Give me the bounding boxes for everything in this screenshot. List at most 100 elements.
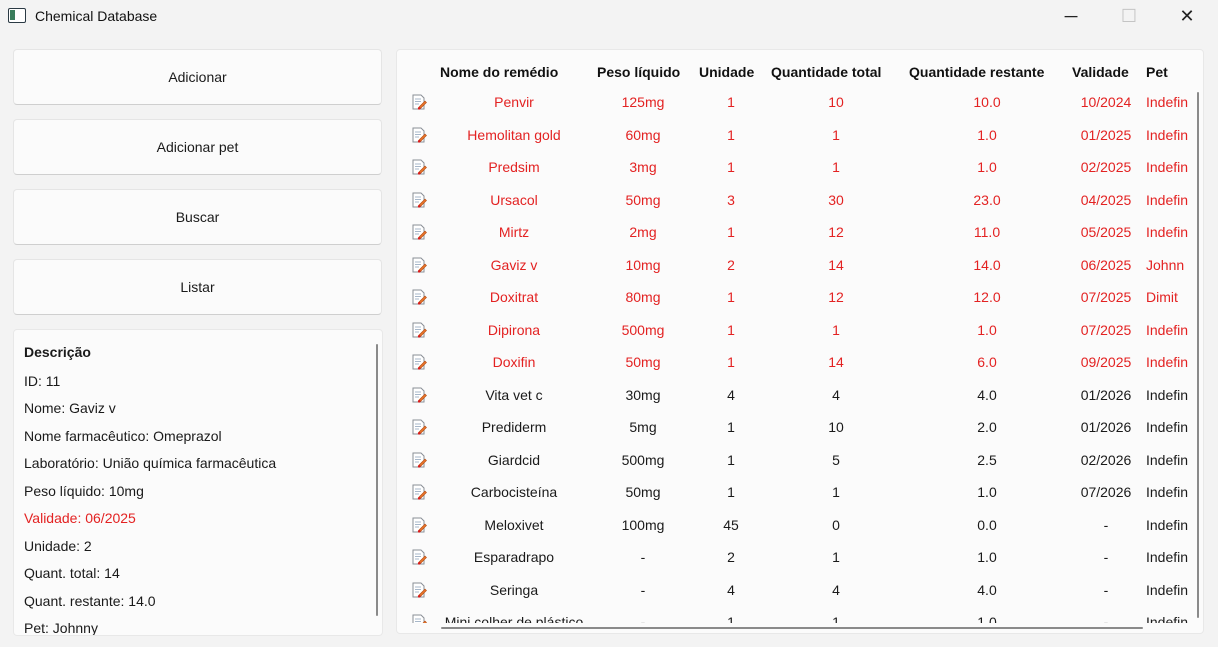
edit-document-icon[interactable] [411, 322, 427, 338]
cell-unit: 1 [727, 354, 735, 370]
cell-pet: Indefin [1146, 224, 1189, 240]
list-button[interactable]: Listar [13, 259, 382, 315]
cell-name: Dipirona [487, 321, 541, 338]
header-pet[interactable]: Pet [1146, 64, 1168, 80]
cell-pet: Indefin [1146, 94, 1189, 110]
cell-name: Doxitrat [489, 289, 539, 305]
edit-document-icon[interactable] [411, 289, 427, 305]
cell-unit: 1 [727, 484, 735, 500]
cell-name: Ursacol [490, 191, 538, 208]
table-row[interactable]: Mini colher de plástico - 1 1 1.0 - Indefin [397, 606, 1197, 623]
maximize-button[interactable]: ☐ [1106, 0, 1152, 32]
cell-expiry: 06/2025 [1080, 256, 1132, 273]
table-row[interactable]: Penvir 125mg 1 10 10.0 10/2024 Indefin [397, 86, 1197, 118]
cell-expiry: - [1103, 549, 1109, 565]
edit-document-icon[interactable] [411, 517, 427, 533]
cell-expiry: - [1103, 581, 1109, 598]
cell-expiry: 02/2026 [1080, 451, 1132, 468]
description-panel: Descrição ID: 11 Nome: Gaviz v Nome farm… [13, 329, 383, 636]
edit-document-icon[interactable] [411, 224, 427, 240]
cell-remaining-qty: 1.0 [977, 549, 997, 565]
cell-total-qty: 14 [828, 256, 844, 273]
cell-remaining-qty: 10.0 [973, 94, 1001, 110]
cell-total-qty: 12 [828, 289, 844, 305]
add-button[interactable]: Adicionar [13, 49, 382, 105]
cell-weight: 3mg [629, 159, 657, 175]
table-row[interactable]: Doxifin 50mg 1 14 6.0 09/2025 Indefin [397, 346, 1197, 378]
cell-remaining-qty: 1.0 [977, 126, 997, 143]
description-scrollbar[interactable] [376, 344, 378, 616]
table-row[interactable]: Mirtz 2mg 1 12 11.0 05/2025 Indefin [397, 216, 1197, 248]
edit-document-icon[interactable] [411, 159, 427, 175]
table-row[interactable]: Gaviz v 10mg 2 14 14.0 06/2025 Johnn [397, 249, 1197, 281]
cell-name: Seringa [489, 581, 539, 598]
table-row[interactable]: Giardcid 500mg 1 5 2.5 02/2026 Indefin [397, 444, 1197, 476]
cell-unit: 1 [727, 289, 735, 305]
cell-name: Mirtz [498, 224, 530, 240]
edit-document-icon[interactable] [411, 387, 427, 403]
cell-weight: 125mg [621, 94, 665, 110]
add-pet-button[interactable]: Adicionar pet [13, 119, 382, 175]
header-total-qty[interactable]: Quantidade total [771, 64, 881, 80]
cell-pet: Indefin [1146, 484, 1189, 500]
cell-unit: 1 [727, 614, 735, 623]
cell-total-qty: 1 [832, 159, 840, 175]
cell-weight: 30mg [625, 386, 661, 403]
table-row[interactable]: Prediderm 5mg 1 10 2.0 01/2026 Indefin [397, 411, 1197, 443]
close-button[interactable]: ✕ [1164, 0, 1210, 32]
cell-pet: Indefin [1146, 191, 1189, 208]
edit-document-icon[interactable] [411, 419, 427, 435]
cell-unit: 45 [723, 516, 739, 533]
edit-document-icon[interactable] [411, 127, 427, 143]
edit-document-icon[interactable] [411, 192, 427, 208]
cell-pet: Indefin [1146, 516, 1189, 533]
table-row[interactable]: Vita vet c 30mg 4 4 4.0 01/2026 Indefin [397, 379, 1197, 411]
cell-remaining-qty: 23.0 [973, 191, 1001, 208]
table-row[interactable]: Predsim 3mg 1 1 1.0 02/2025 Indefin [397, 151, 1197, 183]
edit-document-icon[interactable] [411, 257, 427, 273]
cell-total-qty: 30 [828, 191, 844, 208]
edit-document-icon[interactable] [411, 549, 427, 565]
table-row[interactable]: Ursacol 50mg 3 30 23.0 04/2025 Indefin [397, 184, 1197, 216]
search-button[interactable]: Buscar [13, 189, 382, 245]
header-name[interactable]: Nome do remédio [440, 64, 558, 80]
cell-remaining-qty: 1.0 [977, 484, 997, 500]
cell-name: Esparadrapo [473, 549, 555, 565]
table-row[interactable]: Seringa - 4 4 4.0 - Indefin [397, 574, 1197, 606]
cell-pet: Indefin [1146, 126, 1189, 143]
table-vertical-scrollbar[interactable] [1197, 92, 1199, 618]
cell-weight: 10mg [625, 256, 661, 273]
table-row[interactable]: Doxitrat 80mg 1 12 12.0 07/2025 Dimit [397, 281, 1197, 313]
cell-weight: - [640, 549, 646, 565]
header-remaining-qty[interactable]: Quantidade restante [909, 64, 1044, 80]
edit-document-icon[interactable] [411, 484, 427, 500]
cell-name: Penvir [494, 94, 534, 110]
cell-expiry: 04/2025 [1080, 191, 1132, 208]
cell-total-qty: 1 [832, 614, 840, 623]
header-unit[interactable]: Unidade [699, 64, 754, 80]
header-expiry[interactable]: Validade [1072, 64, 1129, 80]
cell-name: Doxifin [492, 354, 536, 370]
edit-document-icon[interactable] [411, 614, 427, 623]
cell-remaining-qty: 2.0 [977, 419, 997, 435]
edit-document-icon[interactable] [411, 94, 427, 110]
cell-weight: 500mg [621, 451, 665, 468]
table-row[interactable]: Esparadrapo - 2 1 1.0 - Indefin [397, 541, 1197, 573]
cell-pet: Indefin [1146, 614, 1189, 623]
table-horizontal-scrollbar[interactable] [441, 627, 1143, 629]
edit-document-icon[interactable] [411, 582, 427, 598]
table-row[interactable]: Meloxivet 100mg 45 0 0.0 - Indefin [397, 509, 1197, 541]
cell-unit: 1 [727, 159, 735, 175]
cell-weight: 60mg [625, 126, 661, 143]
cell-total-qty: 10 [828, 94, 844, 110]
edit-document-icon[interactable] [411, 452, 427, 468]
cell-name: Hemolitan gold [467, 126, 561, 143]
table-row[interactable]: Dipirona 500mg 1 1 1.0 07/2025 Indefin [397, 314, 1197, 346]
edit-document-icon[interactable] [411, 354, 427, 370]
table-row[interactable]: Hemolitan gold 60mg 1 1 1.0 01/2025 Indefin [397, 119, 1197, 151]
minimize-button[interactable]: ─ [1048, 0, 1094, 32]
header-weight[interactable]: Peso líquido [597, 64, 680, 80]
table-row[interactable]: Carbocisteína 50mg 1 1 1.0 07/2026 Indefin [397, 476, 1197, 508]
cell-remaining-qty: 1.0 [977, 614, 997, 623]
cell-name: Prediderm [481, 419, 547, 435]
